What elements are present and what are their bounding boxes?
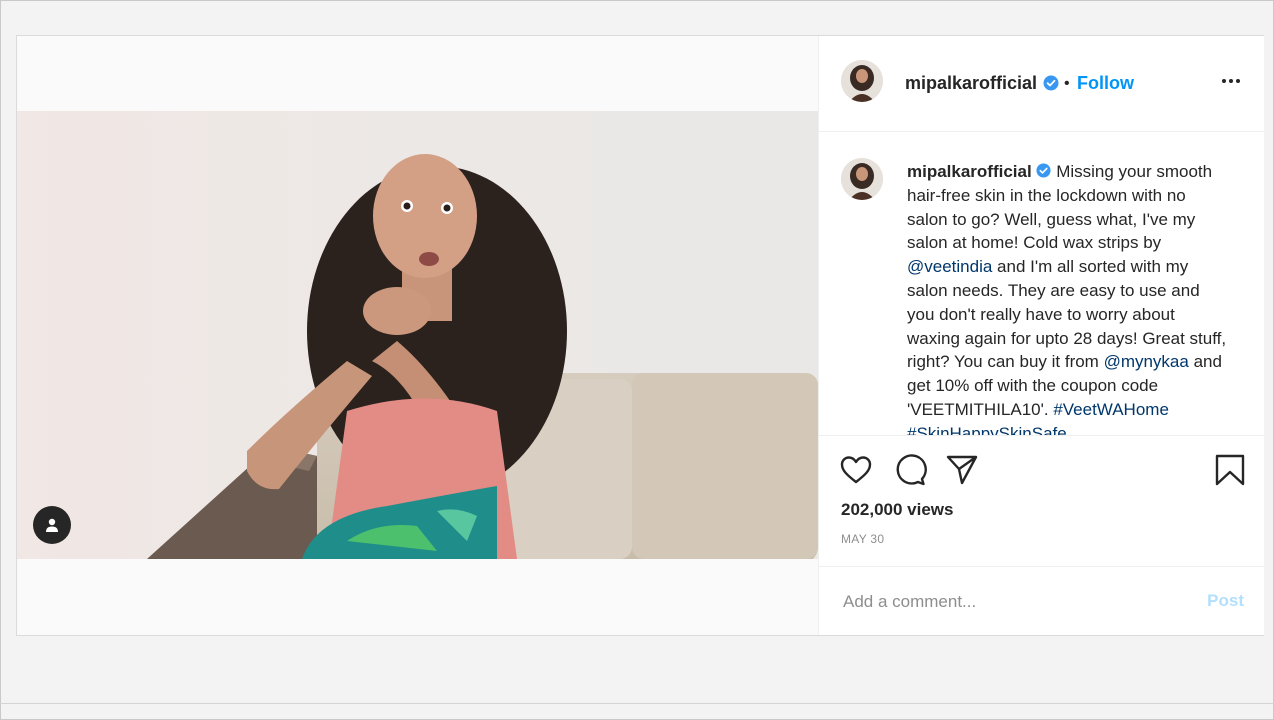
caption-username[interactable]: mipalkarofficial bbox=[907, 162, 1032, 181]
post-header: mipalkarofficial • Follow bbox=[819, 36, 1264, 132]
verified-badge-icon bbox=[1043, 75, 1059, 91]
comment-bubble-icon[interactable] bbox=[893, 453, 927, 487]
post-side-panel: mipalkarofficial • Follow mipalkaroffici… bbox=[818, 36, 1264, 635]
mention-link[interactable]: @veetindia bbox=[907, 257, 992, 276]
comment-input[interactable] bbox=[841, 589, 1185, 615]
video-frame-illustration bbox=[17, 111, 818, 559]
avatar-image bbox=[841, 158, 883, 200]
caption-avatar[interactable] bbox=[841, 158, 883, 200]
post-caption: mipalkarofficial Missing your smooth hai… bbox=[907, 160, 1229, 435]
follow-button[interactable]: Follow bbox=[1077, 73, 1134, 94]
post-video[interactable] bbox=[17, 111, 818, 559]
verified-badge-icon bbox=[1036, 163, 1051, 178]
user-tag-icon[interactable] bbox=[33, 506, 71, 544]
avatar[interactable] bbox=[841, 60, 883, 102]
post-date[interactable]: MAY 30 bbox=[841, 532, 884, 546]
heart-icon[interactable] bbox=[839, 453, 873, 487]
view-count[interactable]: 202,000 views bbox=[841, 500, 953, 520]
paper-plane-icon[interactable] bbox=[945, 452, 979, 486]
comment-bar: Post bbox=[819, 566, 1264, 636]
avatar-image bbox=[841, 60, 883, 102]
bookmark-icon[interactable] bbox=[1213, 453, 1247, 487]
separator-dot: • bbox=[1064, 75, 1070, 92]
more-options-icon[interactable] bbox=[1220, 76, 1242, 86]
media-column bbox=[17, 36, 818, 635]
post-comment-button[interactable]: Post bbox=[1207, 591, 1244, 611]
post-card: mipalkarofficial • Follow mipalkaroffici… bbox=[16, 35, 1264, 636]
mention-link[interactable]: @mynykaa bbox=[1104, 352, 1189, 371]
action-bar bbox=[819, 436, 1264, 496]
caption-area: mipalkarofficial Missing your smooth hai… bbox=[819, 132, 1264, 436]
divider bbox=[0, 703, 1274, 704]
header-username[interactable]: mipalkarofficial bbox=[905, 73, 1037, 94]
